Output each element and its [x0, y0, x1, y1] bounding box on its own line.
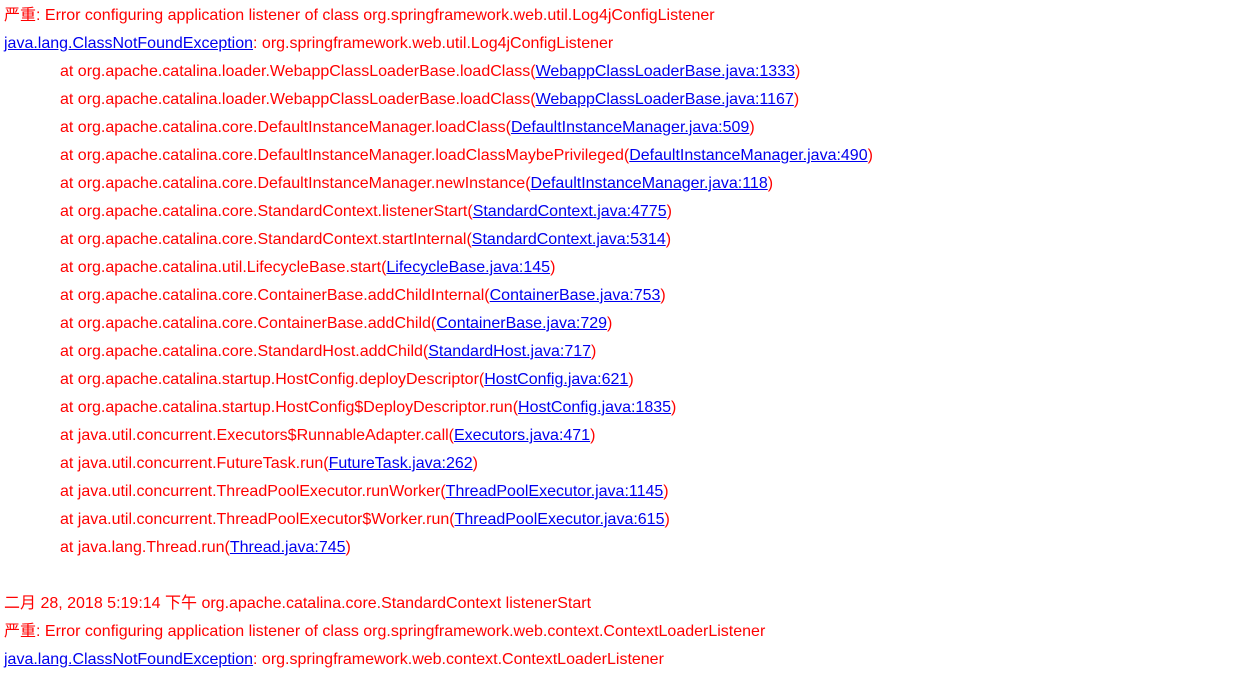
stack-frame-method: at org.apache.catalina.core.StandardCont… — [60, 203, 473, 220]
stack-frame: at org.apache.catalina.core.ContainerBas… — [4, 310, 1232, 338]
error-line-2: 严重: Error configuring application listen… — [4, 618, 1232, 646]
stack-frame-method: at org.apache.catalina.core.DefaultInsta… — [60, 147, 629, 164]
stack-frame: at org.apache.catalina.core.DefaultInsta… — [4, 170, 1232, 198]
stack-frame-suffix: ) — [868, 147, 873, 164]
stack-frame: at org.apache.catalina.startup.HostConfi… — [4, 366, 1232, 394]
stack-frame-source-link[interactable]: ThreadPoolExecutor.java:1145 — [446, 483, 664, 500]
stack-frame-suffix: ) — [628, 371, 633, 388]
stack-frame-source-link[interactable]: StandardHost.java:717 — [428, 343, 591, 360]
stack-frame: at org.apache.catalina.startup.HostConfi… — [4, 394, 1232, 422]
stack-frame-method: at org.apache.catalina.util.LifecycleBas… — [60, 259, 386, 276]
exception-class-link-2[interactable]: java.lang.ClassNotFoundException — [4, 651, 253, 668]
stack-frame-source-link[interactable]: WebappClassLoaderBase.java:1333 — [536, 63, 795, 80]
stack-frame-suffix: ) — [794, 91, 799, 108]
stack-frame-method: at org.apache.catalina.loader.WebappClas… — [60, 91, 536, 108]
stack-frame-source-link[interactable]: HostConfig.java:1835 — [518, 399, 671, 416]
stack-frame-source-link[interactable]: StandardContext.java:5314 — [472, 231, 666, 248]
stack-frame: at org.apache.catalina.core.DefaultInsta… — [4, 114, 1232, 142]
stack-frame-suffix: ) — [666, 231, 671, 248]
stack-frame: at org.apache.catalina.loader.WebappClas… — [4, 86, 1232, 114]
stack-frame: at org.apache.catalina.core.StandardHost… — [4, 338, 1232, 366]
stack-frame-method: at java.util.concurrent.ThreadPoolExecut… — [60, 483, 446, 500]
exception-line-2: java.lang.ClassNotFoundException: org.sp… — [4, 646, 1232, 674]
stack-frame-method: at java.util.concurrent.ThreadPoolExecut… — [60, 511, 455, 528]
stack-frame-suffix: ) — [671, 399, 676, 416]
exception-line-1: java.lang.ClassNotFoundException: org.sp… — [4, 30, 1232, 58]
stack-frame-suffix: ) — [590, 427, 595, 444]
stack-frame-suffix: ) — [591, 343, 596, 360]
blank-spacer — [4, 562, 1232, 590]
stack-frame-method: at org.apache.catalina.startup.HostConfi… — [60, 399, 518, 416]
stack-frame-method: at org.apache.catalina.core.StandardHost… — [60, 343, 428, 360]
stack-frame-source-link[interactable]: Thread.java:745 — [230, 539, 346, 556]
timestamp-line: 二月 28, 2018 5:19:14 下午 org.apache.catali… — [4, 590, 1232, 618]
stack-frame-suffix: ) — [749, 119, 754, 136]
stack-frame: at java.util.concurrent.FutureTask.run(F… — [4, 450, 1232, 478]
stack-frame: at org.apache.catalina.core.DefaultInsta… — [4, 142, 1232, 170]
severity-label: 严重 — [4, 7, 36, 24]
stack-frame-source-link[interactable]: StandardContext.java:4775 — [473, 203, 667, 220]
stack-frame-method: at org.apache.catalina.core.ContainerBas… — [60, 287, 490, 304]
stack-frame-suffix: ) — [550, 259, 555, 276]
error-line-1: 严重: Error configuring application listen… — [4, 2, 1232, 30]
stack-frame: at org.apache.catalina.loader.WebappClas… — [4, 58, 1232, 86]
stack-trace: at org.apache.catalina.loader.WebappClas… — [4, 58, 1232, 562]
stack-frame: at org.apache.catalina.core.StandardCont… — [4, 226, 1232, 254]
stack-frame: at java.util.concurrent.Executors$Runnab… — [4, 422, 1232, 450]
stack-frame-source-link[interactable]: HostConfig.java:621 — [484, 371, 628, 388]
stack-frame-method: at org.apache.catalina.loader.WebappClas… — [60, 63, 536, 80]
error-message-2: : Error configuring application listener… — [36, 623, 765, 640]
stack-frame-suffix: ) — [663, 483, 668, 500]
stack-frame-suffix: ) — [473, 455, 478, 472]
stack-frame-suffix: ) — [768, 175, 773, 192]
stack-frame: at org.apache.catalina.core.StandardCont… — [4, 198, 1232, 226]
stack-frame-suffix: ) — [795, 63, 800, 80]
stack-frame-source-link[interactable]: DefaultInstanceManager.java:490 — [629, 147, 867, 164]
stack-frame: at java.lang.Thread.run(Thread.java:745) — [4, 534, 1232, 562]
stack-frame-source-link[interactable]: WebappClassLoaderBase.java:1167 — [536, 91, 794, 108]
stack-frame-source-link[interactable]: ContainerBase.java:729 — [436, 315, 607, 332]
stack-frame: at java.util.concurrent.ThreadPoolExecut… — [4, 506, 1232, 534]
stack-frame-source-link[interactable]: Executors.java:471 — [454, 427, 590, 444]
exception-class-link[interactable]: java.lang.ClassNotFoundException — [4, 35, 253, 52]
stack-frame-method: at org.apache.catalina.core.DefaultInsta… — [60, 119, 511, 136]
stack-frame-source-link[interactable]: LifecycleBase.java:145 — [386, 259, 550, 276]
stack-frame-suffix: ) — [607, 315, 612, 332]
stack-frame-method: at org.apache.catalina.core.DefaultInsta… — [60, 175, 531, 192]
severity-label-2: 严重 — [4, 623, 36, 640]
stack-frame-method: at java.lang.Thread.run( — [60, 539, 230, 556]
stack-frame-source-link[interactable]: DefaultInstanceManager.java:118 — [531, 175, 768, 192]
stack-frame-suffix: ) — [667, 203, 672, 220]
stack-frame-suffix: ) — [660, 287, 665, 304]
stack-frame-source-link[interactable]: ThreadPoolExecutor.java:615 — [455, 511, 665, 528]
error-message: : Error configuring application listener… — [36, 7, 715, 24]
stack-frame-source-link[interactable]: ContainerBase.java:753 — [490, 287, 661, 304]
stack-frame-source-link[interactable]: FutureTask.java:262 — [329, 455, 473, 472]
stack-frame-method: at org.apache.catalina.core.ContainerBas… — [60, 315, 436, 332]
stack-frame-suffix: ) — [346, 539, 351, 556]
exception-message-2: : org.springframework.web.context.Contex… — [253, 651, 664, 668]
stack-frame: at java.util.concurrent.ThreadPoolExecut… — [4, 478, 1232, 506]
stack-frame-method: at java.util.concurrent.FutureTask.run( — [60, 455, 329, 472]
stack-frame-method: at org.apache.catalina.core.StandardCont… — [60, 231, 472, 248]
stack-frame-method: at org.apache.catalina.startup.HostConfi… — [60, 371, 484, 388]
stack-frame: at org.apache.catalina.util.LifecycleBas… — [4, 254, 1232, 282]
stack-frame: at org.apache.catalina.core.ContainerBas… — [4, 282, 1232, 310]
exception-message: : org.springframework.web.util.Log4jConf… — [253, 35, 613, 52]
stack-frame-method: at java.util.concurrent.Executors$Runnab… — [60, 427, 454, 444]
stack-frame-suffix: ) — [664, 511, 669, 528]
stack-frame-source-link[interactable]: DefaultInstanceManager.java:509 — [511, 119, 749, 136]
